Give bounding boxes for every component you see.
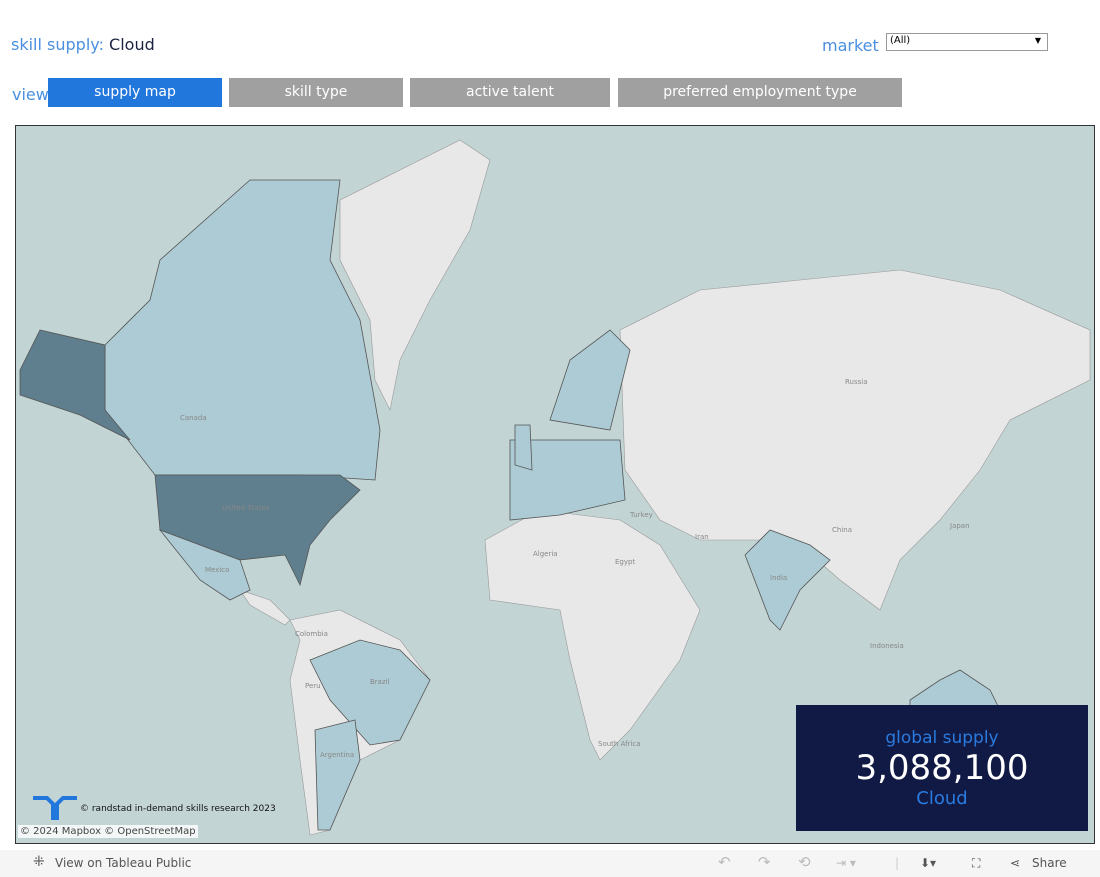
view-label: view	[12, 85, 49, 104]
country-label: India	[770, 574, 787, 582]
market-value: (All)	[890, 35, 911, 46]
country-label: Peru	[305, 682, 321, 690]
scandinavia	[549, 329, 631, 431]
toolbar-divider: |	[895, 856, 900, 870]
country-label: Japan	[949, 522, 970, 530]
country-label: Mexico	[205, 566, 229, 574]
country-label: Turkey	[629, 511, 653, 519]
tableau-toolbar: ⁜ View on Tableau Public ↶ ↷ ⟲ ⇥ ▾ | ⬇▾ …	[0, 850, 1100, 877]
tableau-logo-icon: ⁜	[33, 854, 45, 870]
country-label: Iran	[695, 533, 709, 541]
tab-supply-map[interactable]: supply map	[48, 78, 222, 107]
canada	[104, 179, 381, 481]
randstad-credit: © randstad in-demand skills research 202…	[80, 804, 276, 814]
united-states	[154, 474, 361, 587]
kpi-skill: Cloud	[916, 788, 968, 809]
country-label: Colombia	[295, 630, 328, 638]
russia-asia	[619, 269, 1091, 611]
view-on-tableau-link[interactable]: View on Tableau Public	[55, 856, 191, 870]
tab-preferred-employment-type[interactable]: preferred employment type	[618, 78, 902, 107]
share-button[interactable]: Share	[1032, 856, 1067, 870]
share-icon[interactable]: ⋖	[1010, 856, 1020, 870]
page-title: skill supply: Cloud	[11, 35, 155, 54]
market-label: market	[822, 36, 879, 55]
australia	[909, 669, 1001, 711]
randstad-logo-icon	[33, 796, 77, 820]
dropdown-arrow-icon: ▼	[1034, 36, 1041, 45]
country-label: Algeria	[533, 550, 558, 558]
tab-active-talent[interactable]: active talent	[410, 78, 610, 107]
country-label: Russia	[845, 378, 868, 386]
africa	[484, 509, 701, 761]
country-label: South Africa	[598, 740, 641, 748]
global-supply-card: global supply 3,088,100 Cloud	[796, 705, 1088, 831]
revert-icon[interactable]: ⟲	[798, 853, 811, 871]
tab-skill-type[interactable]: skill type	[229, 78, 403, 107]
kpi-value: 3,088,100	[855, 748, 1029, 788]
country-label: Indonesia	[870, 642, 904, 650]
country-label: Argentina	[320, 751, 354, 759]
uk	[514, 424, 533, 471]
undo-icon[interactable]: ↶	[718, 853, 731, 871]
fullscreen-icon[interactable]: ⛶	[972, 856, 980, 871]
refresh-icon[interactable]: ⇥ ▾	[836, 856, 856, 870]
country-label: Canada	[180, 414, 207, 422]
argentina	[314, 719, 361, 831]
map-attribution[interactable]: © 2024 Mapbox © OpenStreetMap	[18, 825, 198, 838]
title-value: Cloud	[109, 35, 155, 54]
redo-icon[interactable]: ↷	[758, 853, 771, 871]
title-label: skill supply:	[11, 35, 104, 54]
country-label: Brazil	[370, 678, 390, 686]
central-america	[239, 589, 291, 626]
kpi-label: global supply	[885, 728, 999, 748]
country-label: Egypt	[615, 558, 635, 566]
download-icon[interactable]: ⬇▾	[920, 856, 936, 870]
country-label: United States	[222, 504, 270, 512]
country-label: China	[832, 526, 852, 534]
market-dropdown[interactable]: (All) ▼	[886, 33, 1048, 51]
